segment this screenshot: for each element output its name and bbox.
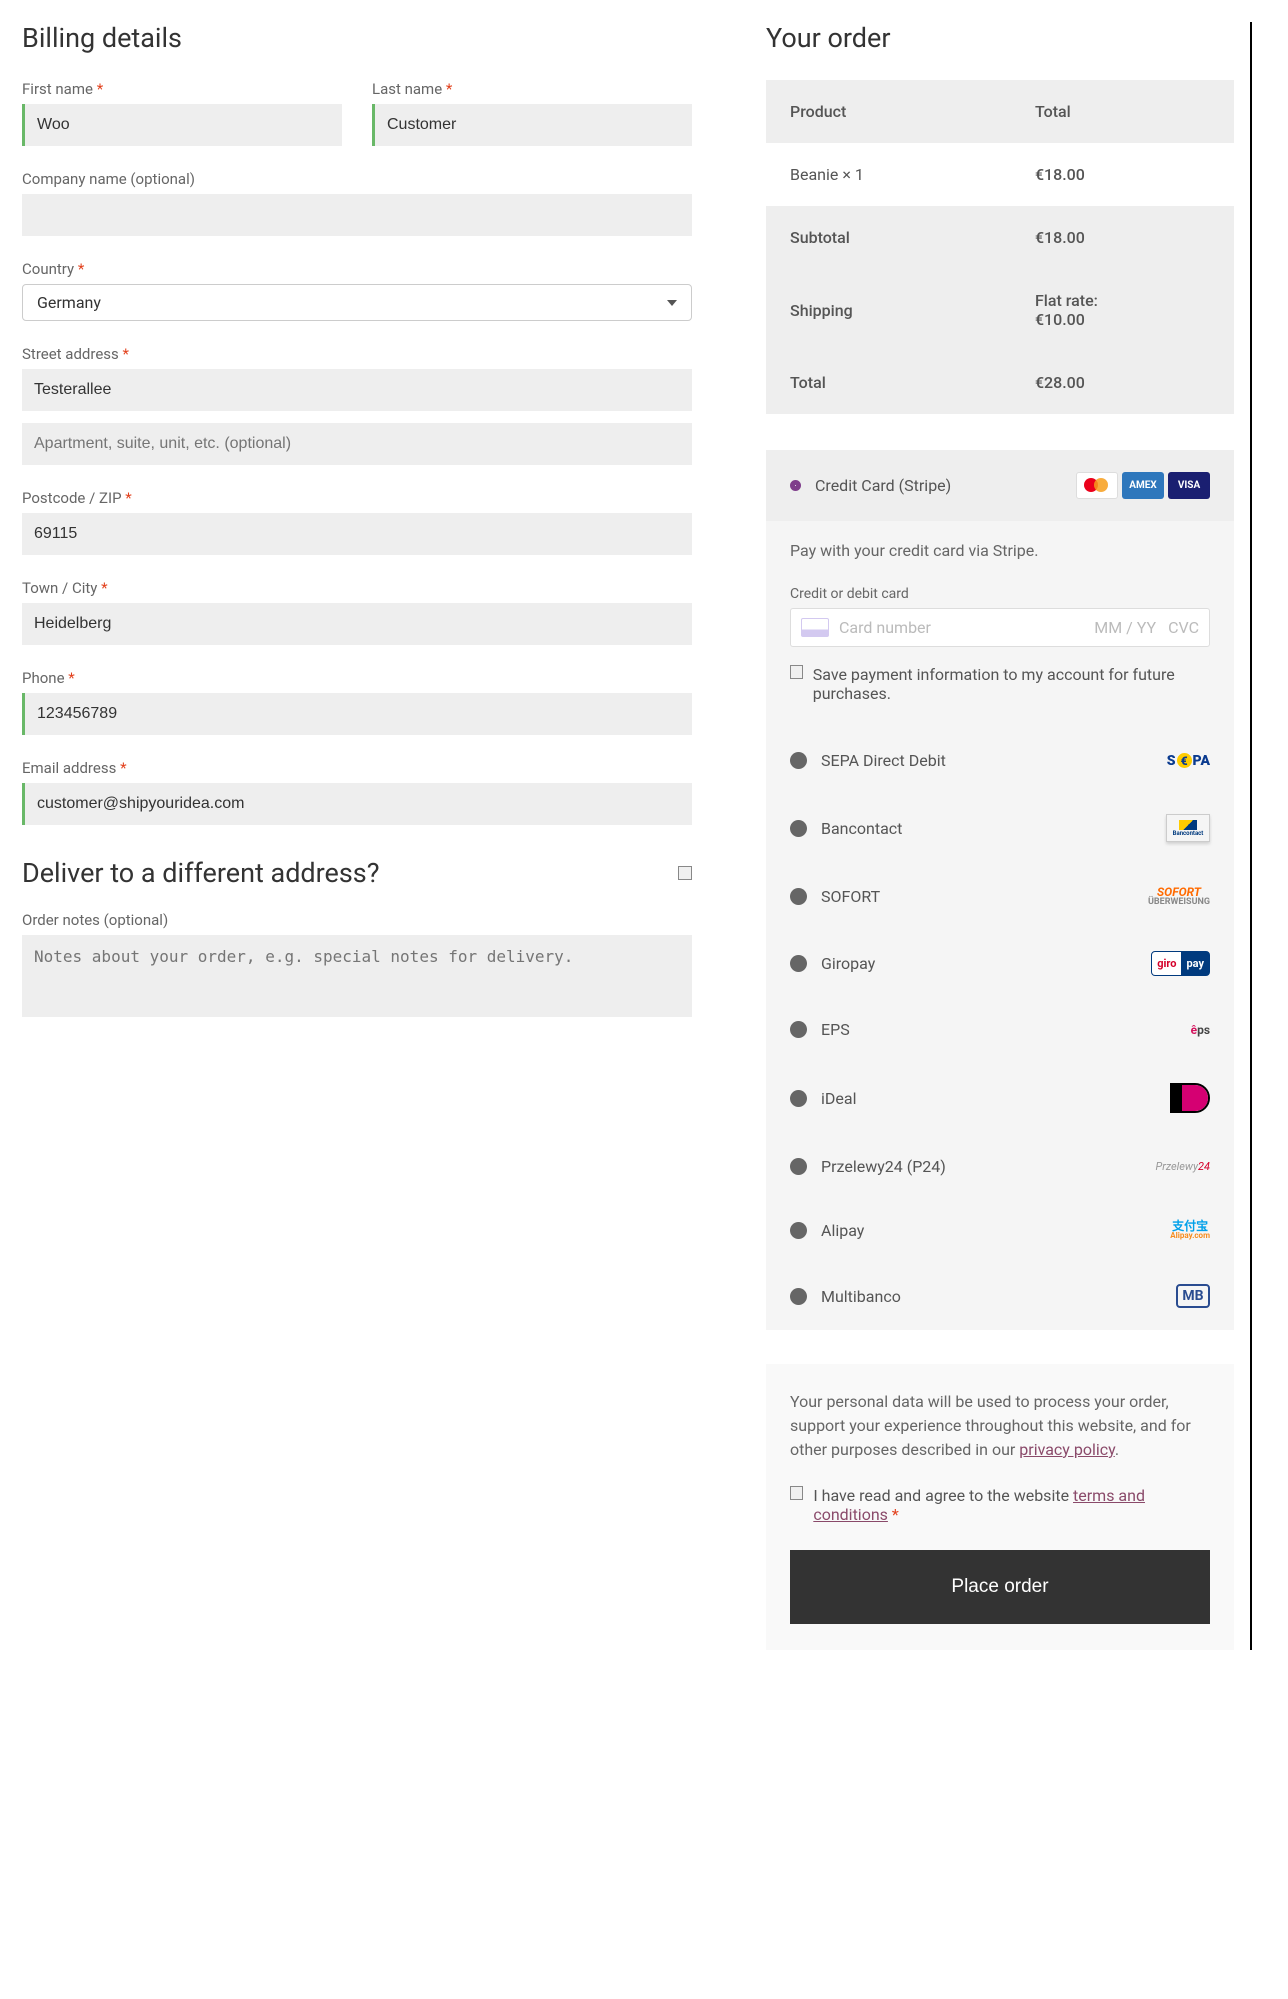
pay-bancontact-label: Bancontact <box>821 819 1152 838</box>
pay-p24-label: Przelewy24 (P24) <box>821 1157 1141 1176</box>
last-name-input[interactable] <box>372 104 692 146</box>
radio-icon <box>790 1222 807 1239</box>
alipay-icon: 支付宝Alipay.com <box>1170 1220 1210 1240</box>
card-icon <box>801 618 829 637</box>
phone-label: Phone * <box>22 669 692 687</box>
ship-different-checkbox[interactable] <box>678 866 692 880</box>
sofort-icon: SOFORTÜBERWEISUNG <box>1148 886 1210 907</box>
line-item-total: €18.00 <box>1011 143 1234 206</box>
order-notes-label: Order notes (optional) <box>22 911 692 929</box>
radio-icon <box>790 888 807 905</box>
radio-icon <box>790 752 807 769</box>
street-label: Street address * <box>22 345 692 363</box>
pay-stripe-row[interactable]: Credit Card (Stripe) AMEX VISA <box>766 450 1234 521</box>
card-num-placeholder: Card number <box>839 618 931 637</box>
product-header: Product <box>766 80 1011 143</box>
card-exp-placeholder: MM / YY <box>1094 618 1156 637</box>
visa-icon: VISA <box>1168 472 1210 499</box>
pay-bancontact-row[interactable]: Bancontact Bancontact <box>766 792 1234 864</box>
radio-icon <box>790 1090 807 1107</box>
stripe-description: Pay with your credit card via Stripe. <box>790 541 1210 560</box>
pay-stripe-label: Credit Card (Stripe) <box>815 476 1062 495</box>
grand-total-label: Total <box>766 351 1011 414</box>
city-label: Town / City * <box>22 579 692 597</box>
pay-ideal-label: iDeal <box>821 1089 1156 1108</box>
mastercard-icon <box>1076 472 1118 499</box>
radio-icon <box>790 1288 807 1305</box>
terms-checkbox[interactable] <box>790 1486 803 1500</box>
company-label: Company name (optional) <box>22 170 692 188</box>
pay-giropay-label: Giropay <box>821 954 1137 973</box>
line-item-name: Beanie × 1 <box>766 143 1011 206</box>
pay-multibanco-row[interactable]: Multibanco MB <box>766 1262 1234 1330</box>
ideal-icon <box>1170 1083 1210 1113</box>
email-label: Email address * <box>22 759 692 777</box>
street-input[interactable] <box>22 369 692 411</box>
radio-icon <box>790 820 807 837</box>
company-input[interactable] <box>22 194 692 236</box>
postcode-label: Postcode / ZIP * <box>22 489 692 507</box>
terms-label: I have read and agree to the website ter… <box>813 1486 1210 1524</box>
card-number-input[interactable]: Card number MM / YY CVC <box>790 608 1210 647</box>
multibanco-icon: MB <box>1176 1284 1210 1308</box>
pay-multibanco-label: Multibanco <box>821 1287 1162 1306</box>
pay-alipay-label: Alipay <box>821 1221 1156 1240</box>
radio-selected-icon <box>790 480 801 491</box>
chevron-down-icon <box>667 300 677 306</box>
pay-eps-row[interactable]: EPS êps <box>766 998 1234 1061</box>
pay-ideal-row[interactable]: iDeal <box>766 1061 1234 1135</box>
save-payment-checkbox[interactable] <box>790 665 803 679</box>
email-input[interactable] <box>22 783 692 825</box>
order-table: Product Total Beanie × 1 €18.00 Subtotal… <box>766 80 1234 414</box>
shipping-label: Shipping <box>766 269 1011 351</box>
country-label: Country * <box>22 260 692 278</box>
first-name-label: First name * <box>22 80 342 98</box>
card-field-label: Credit or debit card <box>790 586 1210 602</box>
giropay-icon: giropay <box>1151 951 1210 976</box>
postcode-input[interactable] <box>22 513 692 555</box>
radio-icon <box>790 1021 807 1038</box>
shipping-value: Flat rate:€10.00 <box>1011 269 1234 351</box>
privacy-policy-link[interactable]: privacy policy <box>1019 1440 1115 1459</box>
place-order-button[interactable]: Place order <box>790 1550 1210 1624</box>
order-title: Your order <box>766 22 1234 54</box>
sepa-icon: S€PA <box>1167 753 1210 769</box>
last-name-label: Last name * <box>372 80 692 98</box>
subtotal-value: €18.00 <box>1011 206 1234 269</box>
pay-giropay-row[interactable]: Giropay giropay <box>766 929 1234 998</box>
pay-sepa-row[interactable]: SEPA Direct Debit S€PA <box>766 729 1234 792</box>
country-select[interactable]: Germany <box>22 284 692 321</box>
radio-icon <box>790 1158 807 1175</box>
pay-eps-label: EPS <box>821 1020 1177 1039</box>
phone-input[interactable] <box>22 693 692 735</box>
street2-input[interactable] <box>22 423 692 465</box>
pay-sofort-label: SOFORT <box>821 887 1134 906</box>
pay-alipay-row[interactable]: Alipay 支付宝Alipay.com <box>766 1198 1234 1262</box>
payment-methods: Credit Card (Stripe) AMEX VISA Pay with … <box>766 450 1234 1330</box>
subtotal-label: Subtotal <box>766 206 1011 269</box>
country-value: Germany <box>37 293 101 312</box>
card-brand-icons: AMEX VISA <box>1076 472 1210 499</box>
amex-icon: AMEX <box>1122 472 1164 499</box>
przelewy24-icon: Przelewy24 <box>1155 1160 1210 1173</box>
grand-total-value: €28.00 <box>1011 351 1234 414</box>
total-header: Total <box>1011 80 1234 143</box>
pay-sepa-label: SEPA Direct Debit <box>821 751 1153 770</box>
privacy-text: Your personal data will be used to proce… <box>790 1390 1210 1462</box>
order-notes-input[interactable] <box>22 935 692 1017</box>
pay-sofort-row[interactable]: SOFORT SOFORTÜBERWEISUNG <box>766 864 1234 929</box>
eps-icon: êps <box>1191 1023 1210 1037</box>
bancontact-icon: Bancontact <box>1166 814 1210 842</box>
save-payment-label: Save payment information to my account f… <box>813 665 1210 703</box>
city-input[interactable] <box>22 603 692 645</box>
card-cvc-placeholder: CVC <box>1168 618 1199 637</box>
ship-different-title: Deliver to a different address? <box>22 857 380 889</box>
pay-p24-row[interactable]: Przelewy24 (P24) Przelewy24 <box>766 1135 1234 1198</box>
first-name-input[interactable] <box>22 104 342 146</box>
radio-icon <box>790 955 807 972</box>
billing-title: Billing details <box>22 22 692 54</box>
